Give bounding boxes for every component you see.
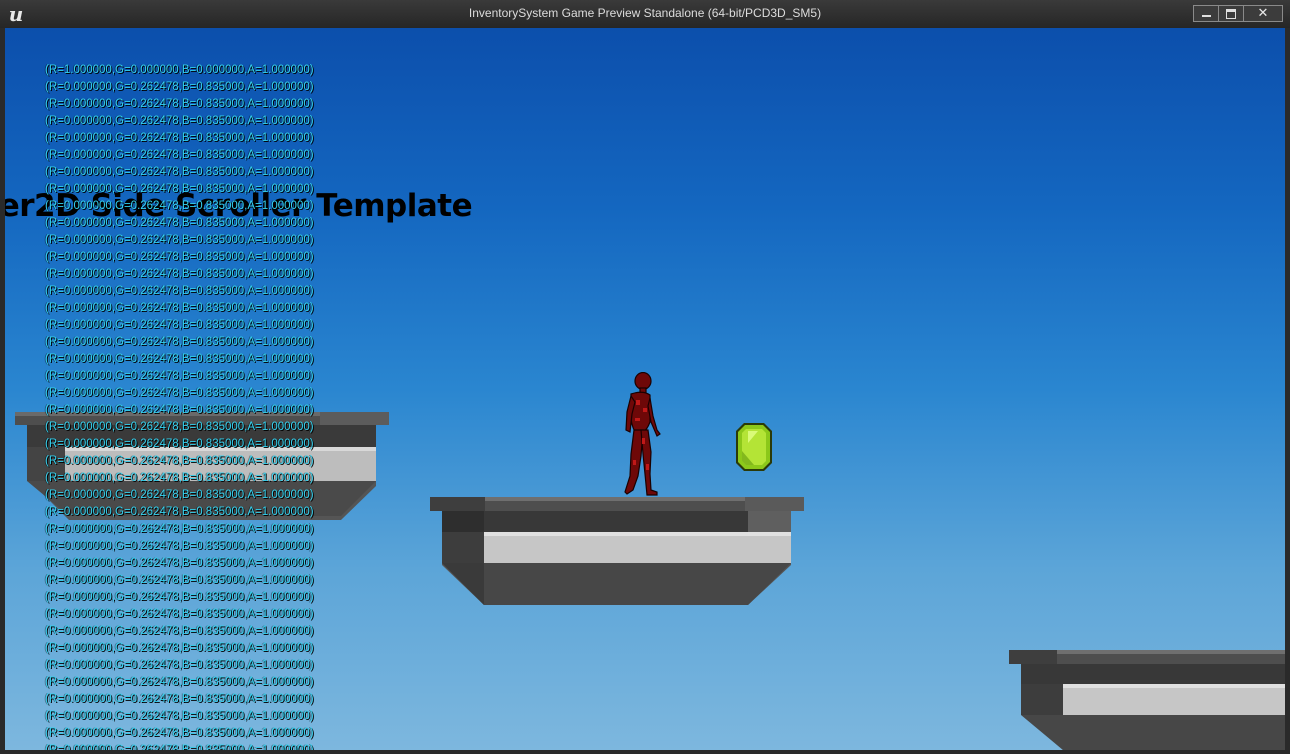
debug-log-line: (R=0.000000,G=0.262478,B=0.835000,A=1.00… <box>45 540 314 552</box>
debug-log-line: (R=0.000000,G=0.262478,B=0.835000,A=1.00… <box>45 234 314 246</box>
unreal-engine-logo-icon: u <box>8 2 24 26</box>
close-icon: ✕ <box>1257 6 1269 21</box>
green-gem-pickup-icon <box>734 421 774 478</box>
debug-log-line: (R=0.000000,G=0.262478,B=0.835000,A=1.00… <box>45 387 314 399</box>
debug-log-line: (R=0.000000,G=0.262478,B=0.835000,A=1.00… <box>45 98 314 110</box>
debug-log-line: (R=0.000000,G=0.262478,B=0.835000,A=1.00… <box>45 251 314 263</box>
debug-log-line: (R=0.000000,G=0.262478,B=0.835000,A=1.00… <box>45 574 314 586</box>
game-viewport[interactable]: per2D Side Scroller Template (R=1.000000… <box>5 28 1285 750</box>
debug-log-line: (R=0.000000,G=0.262478,B=0.835000,A=1.00… <box>45 149 314 161</box>
debug-log-line: (R=0.000000,G=0.262478,B=0.835000,A=1.00… <box>45 523 314 535</box>
debug-log-line: (R=0.000000,G=0.262478,B=0.835000,A=1.00… <box>45 557 314 569</box>
debug-log-line: (R=0.000000,G=0.262478,B=0.835000,A=1.00… <box>45 744 314 750</box>
debug-log-line: (R=0.000000,G=0.262478,B=0.835000,A=1.00… <box>45 404 314 416</box>
debug-log-line: (R=0.000000,G=0.262478,B=0.835000,A=1.00… <box>45 81 314 93</box>
debug-log-line: (R=0.000000,G=0.262478,B=0.835000,A=1.00… <box>45 472 314 484</box>
debug-log-line: (R=0.000000,G=0.262478,B=0.835000,A=1.00… <box>45 710 314 722</box>
minimize-icon <box>1201 14 1211 17</box>
stone-platform-middle <box>430 497 805 609</box>
window-border-right <box>1285 28 1290 754</box>
debug-log-line: (R=0.000000,G=0.262478,B=0.835000,A=1.00… <box>45 506 314 518</box>
debug-log-line: (R=0.000000,G=0.262478,B=0.835000,A=1.00… <box>45 370 314 382</box>
debug-print-log: (R=1.000000,G=0.000000,B=0.000000,A=1.00… <box>45 62 314 750</box>
debug-log-line: (R=0.000000,G=0.262478,B=0.835000,A=1.00… <box>45 438 314 450</box>
debug-log-line: (R=0.000000,G=0.262478,B=0.835000,A=1.00… <box>45 693 314 705</box>
debug-log-line: (R=0.000000,G=0.262478,B=0.835000,A=1.00… <box>45 591 314 603</box>
window-titlebar[interactable]: u InventorySystem Game Preview Standalon… <box>0 0 1290 28</box>
debug-log-line: (R=0.000000,G=0.262478,B=0.835000,A=1.00… <box>45 336 314 348</box>
debug-log-line: (R=0.000000,G=0.262478,B=0.835000,A=1.00… <box>45 608 314 620</box>
debug-log-line: (R=0.000000,G=0.262478,B=0.835000,A=1.00… <box>45 676 314 688</box>
debug-log-line: (R=0.000000,G=0.262478,B=0.835000,A=1.00… <box>45 302 314 314</box>
debug-log-line: (R=0.000000,G=0.262478,B=0.835000,A=1.00… <box>45 319 314 331</box>
debug-log-line: (R=0.000000,G=0.262478,B=0.835000,A=1.00… <box>45 727 314 739</box>
close-button[interactable]: ✕ <box>1243 5 1283 22</box>
debug-log-line: (R=0.000000,G=0.262478,B=0.835000,A=1.00… <box>45 625 314 637</box>
debug-log-line: (R=0.000000,G=0.262478,B=0.835000,A=1.00… <box>45 132 314 144</box>
debug-log-line: (R=0.000000,G=0.262478,B=0.835000,A=1.00… <box>45 659 314 671</box>
debug-log-line: (R=0.000000,G=0.262478,B=0.835000,A=1.00… <box>45 489 314 501</box>
debug-log-line: (R=0.000000,G=0.262478,B=0.835000,A=1.00… <box>45 217 314 229</box>
debug-log-line: (R=0.000000,G=0.262478,B=0.835000,A=1.00… <box>45 285 314 297</box>
window-title: InventorySystem Game Preview Standalone … <box>468 6 822 20</box>
maximize-button[interactable] <box>1218 5 1244 22</box>
debug-log-line: (R=0.000000,G=0.262478,B=0.835000,A=1.00… <box>45 268 314 280</box>
debug-log-line: (R=0.000000,G=0.262478,B=0.835000,A=1.00… <box>45 421 314 433</box>
debug-log-line: (R=0.000000,G=0.262478,B=0.835000,A=1.00… <box>45 183 314 195</box>
debug-log-line: (R=0.000000,G=0.262478,B=0.835000,A=1.00… <box>45 353 314 365</box>
maximize-icon <box>1226 8 1236 19</box>
debug-log-line: (R=0.000000,G=0.262478,B=0.835000,A=1.00… <box>45 166 314 178</box>
debug-log-line: (R=0.000000,G=0.262478,B=0.835000,A=1.00… <box>45 200 314 212</box>
debug-log-line: (R=0.000000,G=0.262478,B=0.835000,A=1.00… <box>45 455 314 467</box>
window-border-bottom <box>0 750 1290 754</box>
player-character-icon <box>617 371 663 501</box>
debug-log-line: (R=1.000000,G=0.000000,B=0.000000,A=1.00… <box>45 64 314 76</box>
debug-log-line: (R=0.000000,G=0.262478,B=0.835000,A=1.00… <box>45 642 314 654</box>
minimize-button[interactable] <box>1193 5 1219 22</box>
debug-log-line: (R=0.000000,G=0.262478,B=0.835000,A=1.00… <box>45 115 314 127</box>
stone-platform-right <box>1009 650 1285 750</box>
